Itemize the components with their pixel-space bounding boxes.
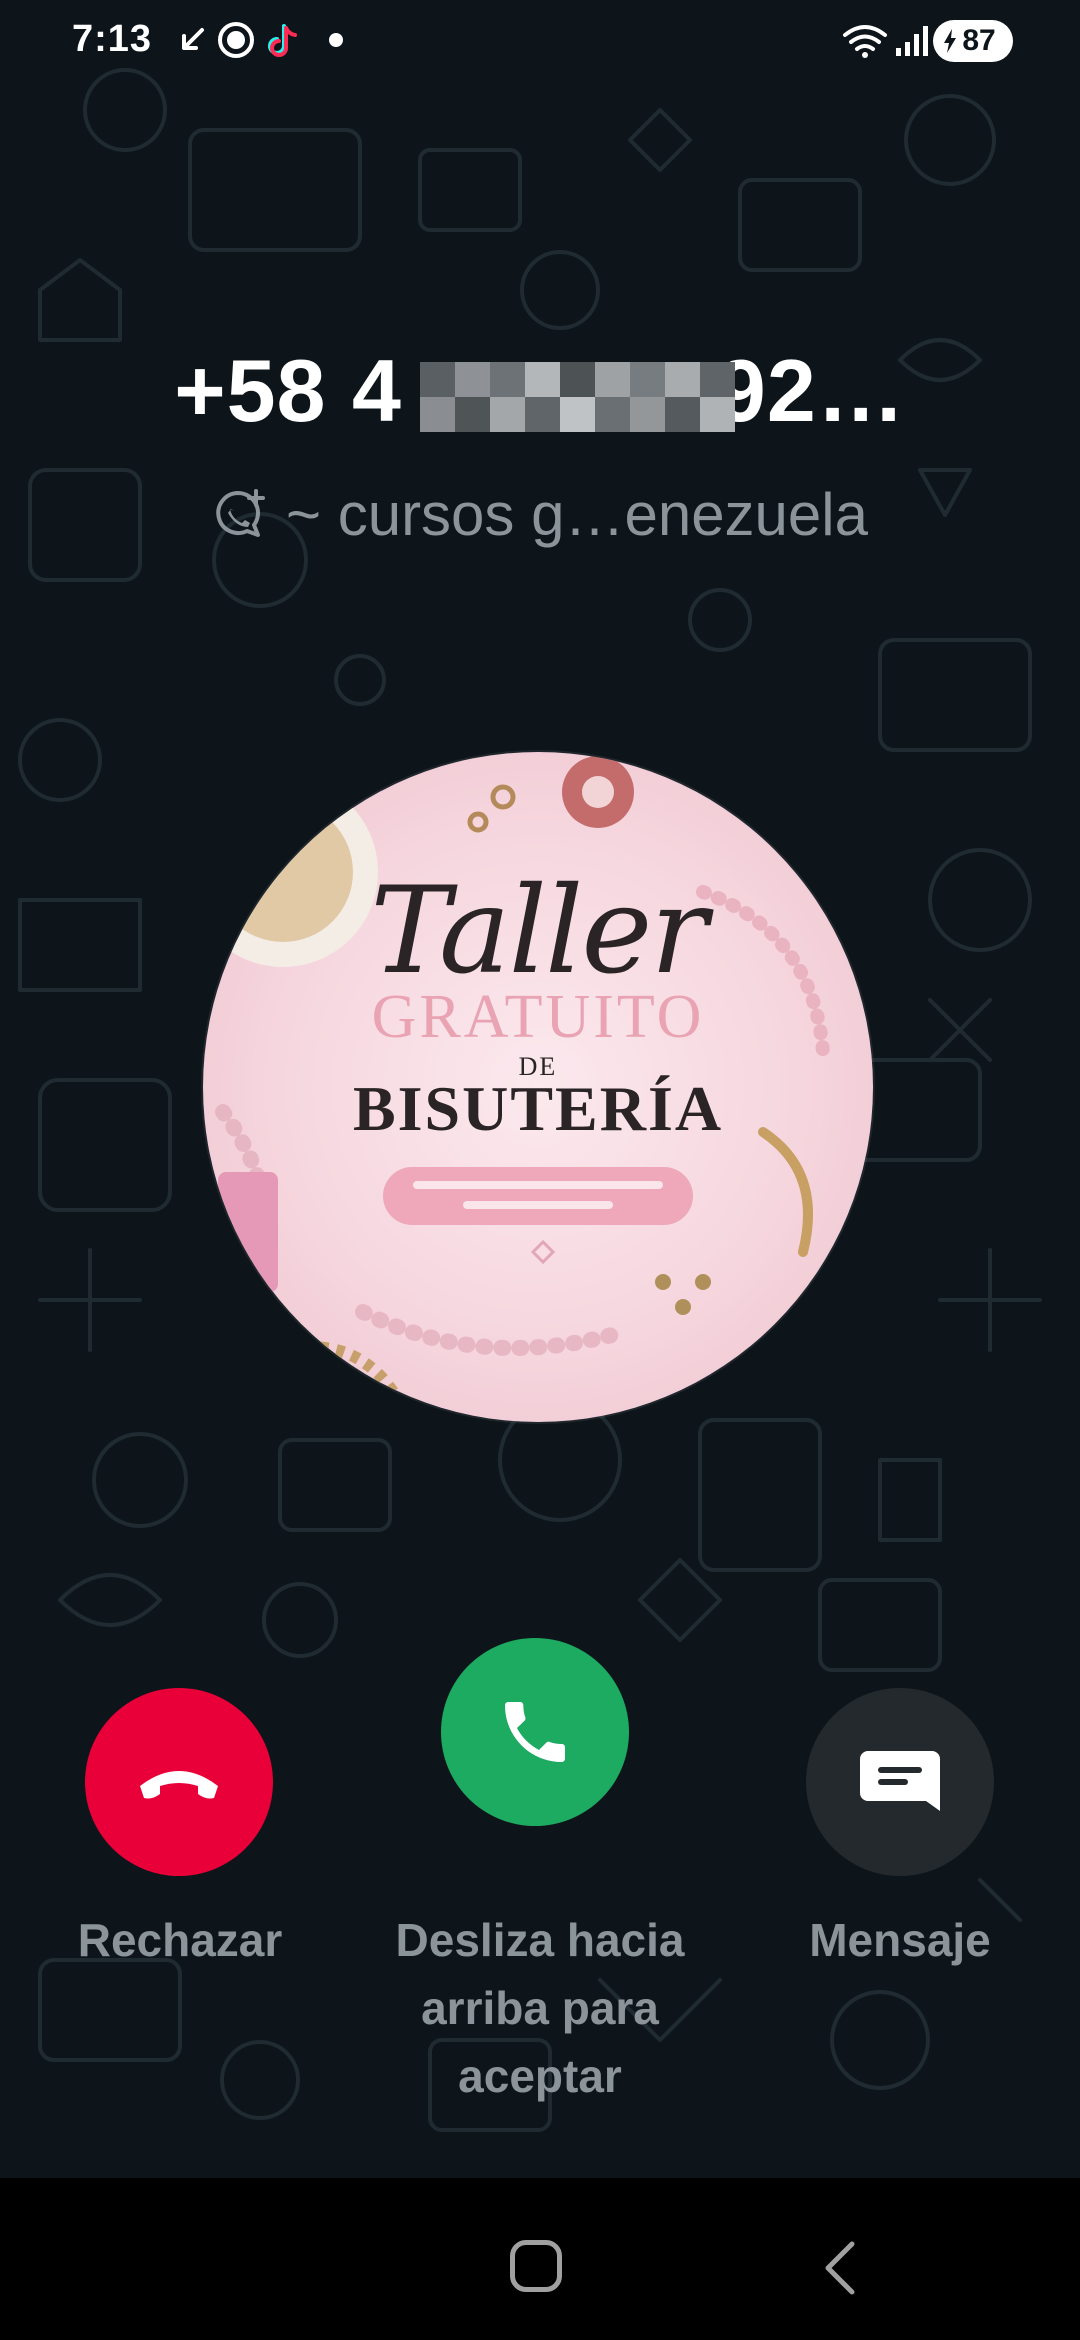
status-bar: 7:13 87 bbox=[0, 0, 1080, 80]
message-button[interactable] bbox=[806, 1688, 994, 1876]
wifi-icon bbox=[843, 25, 887, 58]
battery-indicator: 87 bbox=[933, 20, 1013, 62]
status-time: 7:13 bbox=[72, 18, 153, 60]
incoming-call-screen: 7:13 87 +58 4 92… ~ cursos g…enezuela Ta… bbox=[0, 0, 1080, 2340]
whatsapp-icon bbox=[218, 22, 254, 58]
message-label: Mensaje bbox=[809, 1914, 991, 1966]
back-icon[interactable] bbox=[818, 2238, 862, 2298]
signal-icon bbox=[896, 26, 928, 56]
home-icon[interactable] bbox=[510, 2240, 562, 2292]
accept-label: Desliza hacia arriba para aceptar bbox=[395, 1914, 685, 2102]
navigation-bar bbox=[0, 2178, 1080, 2340]
decline-label: Rechazar bbox=[77, 1914, 283, 1966]
battery-level: 87 bbox=[962, 24, 996, 57]
avatar-heading: BISUTERÍA bbox=[352, 1073, 724, 1144]
phone-hangup-icon bbox=[140, 1771, 218, 1799]
avatar-title: Taller bbox=[370, 862, 707, 1001]
decline-button[interactable] bbox=[85, 1688, 273, 1876]
phone-icon bbox=[505, 1702, 565, 1762]
whatsapp-group-add-icon bbox=[216, 488, 265, 537]
tiktok-icon bbox=[268, 24, 297, 57]
accept-button[interactable] bbox=[441, 1638, 629, 1826]
caller-number-end: 92… bbox=[716, 341, 906, 440]
notification-dot-icon bbox=[329, 33, 343, 47]
message-icon bbox=[860, 1751, 940, 1811]
battery-icon bbox=[944, 29, 956, 53]
missed-call-arrow-icon bbox=[182, 28, 204, 50]
avatar-pill bbox=[383, 1167, 693, 1225]
caller-avatar: Taller GRATUITO DE BISUTERÍA bbox=[203, 752, 873, 1422]
group-name: ~ cursos g…enezuela bbox=[285, 481, 868, 548]
caller-number-start: +58 4 bbox=[174, 341, 402, 440]
redacted-number-pixels bbox=[420, 362, 735, 432]
avatar-subtitle: GRATUITO bbox=[371, 983, 705, 1051]
caller-group: ~ cursos g…enezuela bbox=[0, 480, 1080, 549]
